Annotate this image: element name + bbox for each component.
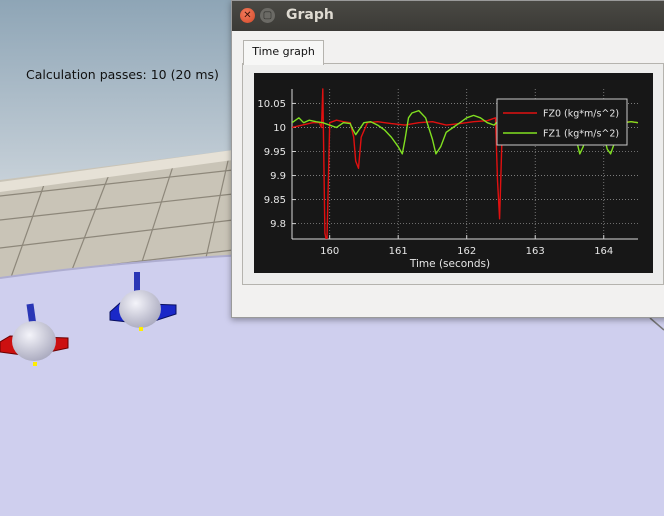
maximize-icon[interactable]: ▢ — [260, 8, 275, 23]
window-title: Graph — [286, 7, 334, 23]
x-tick-label: 164 — [594, 246, 613, 257]
graph-window[interactable]: ✕ ▢ Graph Time graph 160 161 162 163 164 9.8 9… — [231, 0, 664, 318]
chart-svg: 160 161 162 163 164 9.8 9.85 9.9 9.95 10 10.05 Time… — [257, 88, 638, 270]
tab-time-graph[interactable]: Time graph — [243, 40, 324, 65]
time-graph-plot[interactable]: 160 161 162 163 164 9.8 9.85 9.9 9.95 10 10.05 Time… — [254, 73, 653, 273]
legend-label: FZ1 (kg*m/s^2) — [543, 129, 619, 140]
robot-blue-body — [119, 290, 161, 328]
y-tick-label: 9.9 — [270, 171, 286, 182]
y-tick-label: 10 — [273, 123, 286, 134]
y-tick-label: 10.05 — [257, 99, 286, 110]
robot-blue-marker — [139, 327, 143, 331]
y-tick-label: 9.95 — [264, 147, 286, 158]
y-tick-label: 9.85 — [264, 195, 286, 206]
legend-label: FZ0 (kg*m/s^2) — [543, 109, 619, 120]
x-tick-label: 160 — [320, 246, 339, 257]
y-tick-label: 9.8 — [270, 219, 286, 230]
x-tick-label: 163 — [526, 246, 545, 257]
x-axis-label: Time (seconds) — [409, 258, 490, 270]
window-titlebar[interactable]: ✕ ▢ Graph — [232, 1, 664, 31]
robot-red-body — [12, 321, 56, 361]
x-tick-label: 161 — [389, 246, 408, 257]
robot-red-marker — [33, 362, 37, 366]
close-icon[interactable]: ✕ — [240, 8, 255, 23]
x-tick-label: 162 — [457, 246, 476, 257]
calculation-passes-label: Calculation passes: 10 (20 ms) — [26, 67, 219, 82]
